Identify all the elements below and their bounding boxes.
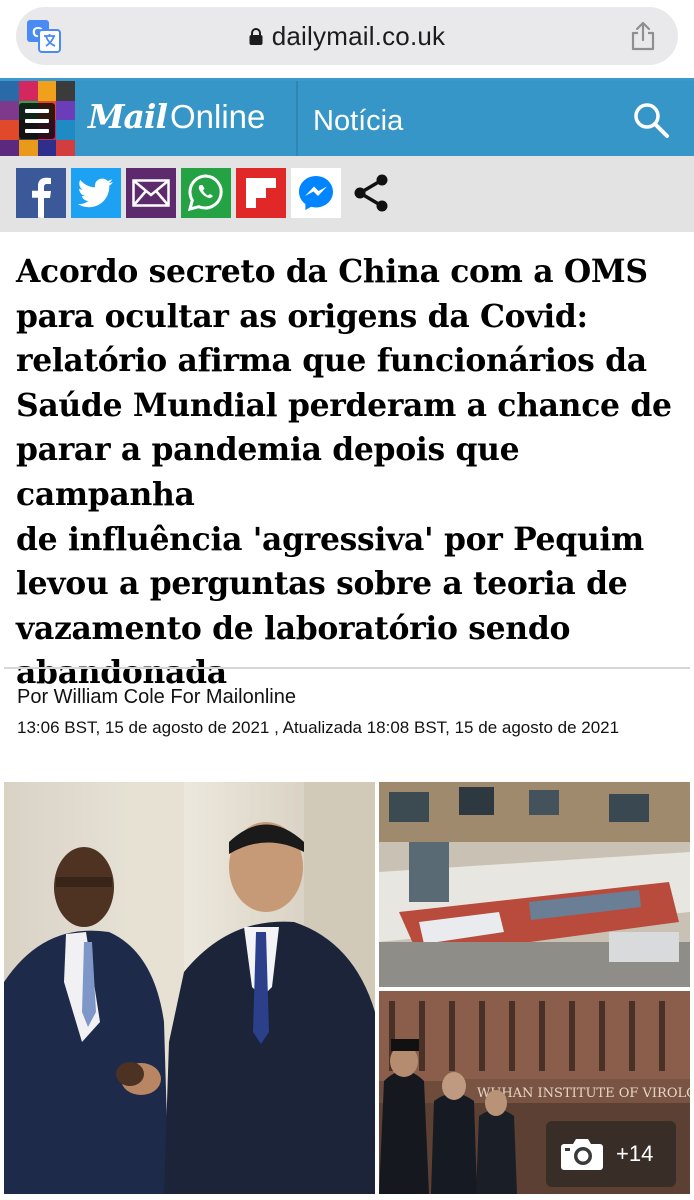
headline-line: para ocultar as origens da Covid: [16, 298, 588, 335]
share-icon[interactable] [630, 21, 656, 51]
search-icon[interactable] [632, 101, 670, 139]
header-divider [296, 81, 298, 159]
photo-handshake[interactable] [4, 782, 375, 1194]
messenger-icon[interactable] [291, 168, 341, 218]
headline-divider [4, 667, 690, 669]
headline-line: vazamento de laboratório sendo [16, 610, 571, 647]
headline-line: levou a perguntas sobre a teoria de [16, 566, 628, 603]
hamburger-menu-icon[interactable] [19, 103, 55, 139]
byline[interactable]: Por William Cole For Mailonline [17, 686, 296, 709]
article-headline: Acordo secreto da China com a OMS para o… [16, 250, 682, 696]
site-logo[interactable]: Mail Online [88, 97, 265, 141]
browser-toolbar: G dailymail.co.uk [0, 0, 694, 78]
headline-line: parar a pandemia depois que campanha [16, 432, 520, 513]
logo-online: Online [169, 98, 266, 135]
whatsapp-icon[interactable] [181, 168, 231, 218]
share-nodes-icon[interactable] [346, 168, 396, 218]
section-label[interactable]: Notícia [313, 105, 403, 138]
gallery-button[interactable]: +14 [546, 1121, 676, 1187]
site-header: Mail Online Notícia [0, 78, 694, 159]
camera-icon [561, 1139, 603, 1170]
twitter-icon[interactable] [71, 168, 121, 218]
dateline: 13:06 BST, 15 de agosto de 2021 , Atuali… [17, 718, 620, 737]
headline-line: relatório afirma que funcionários da [16, 343, 647, 380]
email-icon[interactable] [126, 168, 176, 218]
lock-icon [249, 27, 263, 45]
headline-line: de influência 'agressiva' por Pequim [16, 521, 644, 558]
headline-line: Acordo secreto da China com a OMS [16, 254, 648, 290]
flipboard-icon[interactable] [236, 168, 286, 218]
logo-mail: Mail [88, 97, 168, 136]
share-bar [0, 156, 694, 232]
facebook-icon[interactable] [16, 168, 66, 218]
lab-sign-text: WUHAN INSTITUTE OF VIROLOGY [477, 1086, 690, 1101]
headline-line: Saúde Mundial perderam a chance de [16, 387, 672, 424]
address-bar[interactable]: G dailymail.co.uk [16, 7, 678, 65]
url-text: dailymail.co.uk [271, 20, 446, 51]
photo-hospital-ward[interactable] [379, 782, 690, 987]
gallery-count: +14 [616, 1141, 654, 1166]
